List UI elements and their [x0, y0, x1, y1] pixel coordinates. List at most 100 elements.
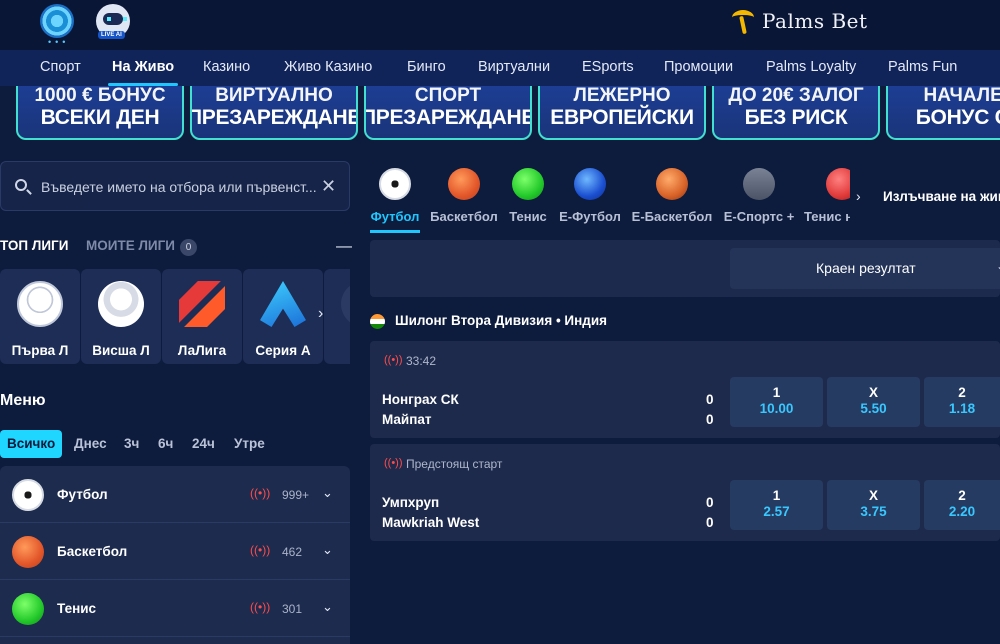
- tab-label: Е-Баскетбол: [631, 209, 713, 224]
- odd-label: 1: [772, 385, 781, 400]
- leagues-header: ТОП ЛИГИ МОИТЕ ЛИГИ 0 —: [0, 238, 352, 258]
- home-team: Умпхруп: [382, 495, 440, 510]
- nav-promotions[interactable]: Промоции: [664, 59, 733, 75]
- tab-tennis[interactable]: Тенис: [508, 160, 548, 235]
- odd-button-home[interactable]: 1 10.00: [730, 377, 823, 427]
- tab-football[interactable]: Футбол: [370, 160, 420, 235]
- banner-line: БОНУС СП: [915, 106, 1000, 129]
- event-count: 301: [282, 602, 303, 616]
- promo-banner[interactable]: ДО 20€ ЗАЛОГ БЕЗ РИСК: [712, 86, 880, 140]
- search-input[interactable]: [41, 176, 321, 198]
- filter-today[interactable]: Днес: [74, 430, 107, 458]
- odd-button-away[interactable]: 2 1.18: [924, 377, 1000, 427]
- league-card[interactable]: Първа Л: [0, 269, 80, 364]
- football-icon: [12, 479, 44, 511]
- live-broadcast-link[interactable]: Излъчване на живо: [883, 189, 1000, 204]
- tab-e-basketball[interactable]: Е-Баскетбол: [630, 160, 714, 235]
- odd-value: 1.18: [948, 401, 976, 416]
- odd-value: 5.50: [860, 401, 887, 416]
- tab-my-leagues[interactable]: МОИТЕ ЛИГИ: [86, 238, 175, 253]
- sport-label: Тенис: [57, 601, 97, 616]
- tab-label: Тенис: [509, 209, 547, 224]
- league-title-text: Шилонг Втора Дивизия • Индия: [395, 313, 608, 328]
- home-team: Нонграх СК: [382, 392, 459, 407]
- league-name: ЛаЛига: [177, 343, 227, 358]
- basketball-icon: [448, 168, 480, 200]
- nav-virtual[interactable]: Виртуални: [478, 59, 550, 75]
- filter-6h[interactable]: 6ч: [158, 430, 173, 458]
- basketball-icon: [12, 536, 44, 568]
- fortune-wheel-icon[interactable]: [40, 4, 74, 38]
- nav-live[interactable]: На Живо: [107, 59, 179, 86]
- football-league-logo-icon: [17, 281, 63, 327]
- odd-label: X: [868, 488, 878, 503]
- filter-all[interactable]: Всичко: [0, 430, 63, 458]
- promo-banner[interactable]: ВИРТУАЛНО ПРЕЗАРЕЖДАНЕ: [190, 86, 358, 140]
- chevron-down-icon[interactable]: ⌄: [322, 485, 333, 501]
- nav-live-casino[interactable]: Живо Казино: [284, 59, 372, 75]
- league-card[interactable]: Серия А: [243, 269, 323, 364]
- nav-palms-fun[interactable]: Palms Fun: [888, 59, 957, 75]
- nav-bingo[interactable]: Бинго: [407, 59, 446, 75]
- india-flag-icon: [370, 314, 385, 329]
- banner-line: ВИРТУАЛНО: [215, 86, 333, 106]
- promo-banner[interactable]: НАЧАЛЕН БОНУС СП: [886, 86, 1000, 140]
- tab-top-leagues[interactable]: ТОП ЛИГИ: [0, 238, 68, 253]
- tab-table-tennis[interactable]: Тенис на: [804, 160, 850, 235]
- banner-line: СПОРТ: [414, 86, 482, 106]
- odd-label: X: [868, 385, 878, 400]
- odd-value: 3.75: [860, 504, 887, 519]
- sport-menu-item[interactable]: Баскетбол ((•)) 462 ⌄: [0, 523, 350, 580]
- league-card[interactable]: Висша Л: [81, 269, 161, 364]
- tab-basketball[interactable]: Баскетбол: [429, 160, 499, 235]
- odd-button-draw[interactable]: X 3.75: [827, 480, 920, 530]
- market-select[interactable]: Краен резултат ⌄: [730, 248, 1000, 289]
- filter-24h[interactable]: 24ч: [192, 430, 215, 458]
- chevron-right-icon[interactable]: ›: [856, 188, 861, 204]
- live-broadcast-icon: ((•)): [250, 543, 271, 557]
- chevron-right-icon[interactable]: ›: [318, 305, 323, 323]
- top-leagues-carousel: Първа Л Висша Л ЛаЛига Серия А Л ›: [0, 269, 350, 364]
- promo-banner[interactable]: ЛЕЖЕРНО ЕВРОПЕЙСКИ: [538, 86, 706, 140]
- tab-e-sports[interactable]: Е-Спортс +: [723, 160, 795, 235]
- tab-e-football[interactable]: Е-Футбол: [558, 160, 622, 235]
- main-nav: Спорт На Живо Казино Живо Казино Бинго В…: [0, 50, 1000, 86]
- event-card[interactable]: ((•)) Предстоящ старт Умпхруп Mawkriah W…: [370, 444, 1000, 541]
- chevron-down-icon[interactable]: ⌄: [322, 599, 333, 615]
- filter-3h[interactable]: 3ч: [124, 430, 139, 458]
- promo-banner[interactable]: СПОРТ ПРЕЗАРЕЖДАНЕ: [364, 86, 532, 140]
- league-card[interactable]: Л: [324, 269, 350, 364]
- gamepad-icon: [743, 168, 775, 200]
- odd-button-home[interactable]: 1 2.57: [730, 480, 823, 530]
- nav-casino[interactable]: Казино: [203, 59, 250, 75]
- search-box: ✕: [0, 161, 350, 211]
- wheel-dots-icon: •••: [48, 37, 70, 47]
- live-broadcast-icon: ((•)): [250, 600, 271, 614]
- premier-league-lion-icon: [98, 281, 144, 327]
- my-leagues-count-badge: 0: [180, 239, 197, 256]
- brand-logo[interactable]: Palms Bet: [728, 8, 868, 34]
- nav-loyalty[interactable]: Palms Loyalty: [766, 59, 856, 75]
- league-name: Първа Л: [11, 343, 69, 358]
- league-card[interactable]: ЛаЛига: [162, 269, 242, 364]
- collapse-icon[interactable]: —: [336, 238, 352, 256]
- league-name: Серия А: [255, 343, 311, 358]
- close-icon[interactable]: ✕: [321, 176, 336, 197]
- search-icon: [15, 179, 27, 191]
- sport-menu-list: Футбол ((•)) 999+ ⌄ Баскетбол ((•)) 462 …: [0, 466, 350, 644]
- odd-button-draw[interactable]: X 5.50: [827, 377, 920, 427]
- football-icon: [379, 168, 411, 200]
- event-card[interactable]: ((•)) 33:42 Нонграх СК Майпат 0 0 1 10.0…: [370, 341, 1000, 438]
- palm-tree-icon: [728, 8, 758, 34]
- odd-button-away[interactable]: 2 2.20: [924, 480, 1000, 530]
- sport-menu-item[interactable]: Футбол ((•)) 999+ ⌄: [0, 466, 350, 523]
- filter-tomorrow[interactable]: Утре: [234, 430, 265, 458]
- league-name: Висша Л: [92, 343, 150, 358]
- nav-esports[interactable]: ESports: [582, 59, 634, 75]
- promo-banner[interactable]: 1000 € БОНУС ВСЕКИ ДЕН: [16, 86, 184, 140]
- nav-sport[interactable]: Спорт: [40, 59, 81, 75]
- chevron-down-icon[interactable]: ⌄: [322, 542, 333, 558]
- sport-menu-item[interactable]: Тенис ((•)) 301 ⌄: [0, 580, 350, 637]
- tab-label: Баскетбол: [430, 209, 498, 224]
- live-broadcast-icon: ((•)): [250, 486, 271, 500]
